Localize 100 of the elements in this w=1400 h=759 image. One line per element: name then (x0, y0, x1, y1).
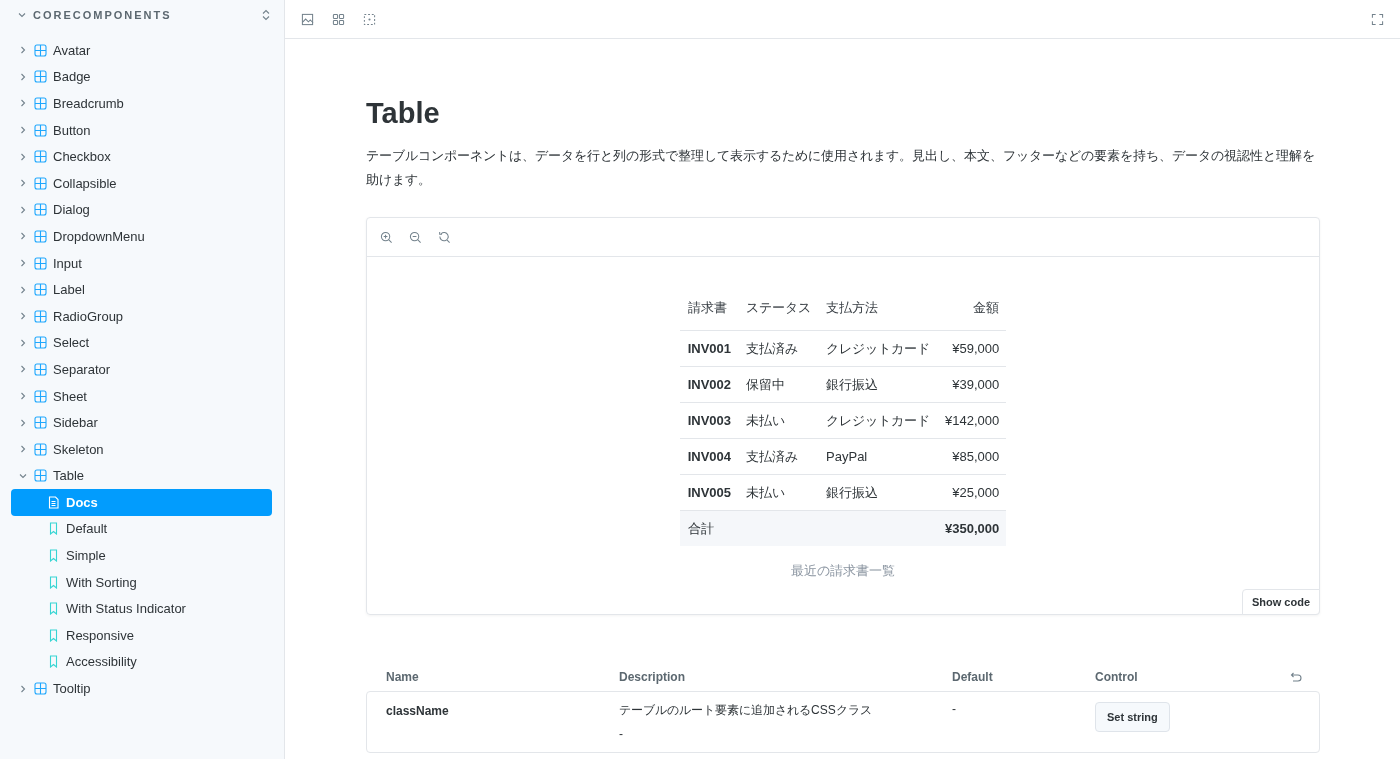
description-text: テーブルコンポーネントは、データを行と列の形式で整理して表示するために使用されます。見出し、本文、フッターなどの要素を持ち、データの視認性と理解を助けます。 (366, 147, 1316, 189)
component-icon (34, 416, 47, 430)
show-code-button[interactable]: Show code (1241, 589, 1320, 615)
table-cell: 未払い (738, 474, 819, 511)
sidebar-item[interactable]: Input (11, 249, 272, 277)
component-icon (34, 123, 47, 137)
table-cell: クレジットカード (818, 402, 938, 439)
bookmark-icon (47, 655, 60, 669)
chevron-right-icon (18, 204, 28, 215)
table-cell: INV001 (679, 330, 739, 367)
set-string-button[interactable]: Set string (1095, 702, 1170, 732)
component-icon (34, 203, 47, 217)
chevron-right-icon (18, 284, 28, 295)
sidebar-item[interactable]: DropdownMenu (11, 223, 272, 250)
column-header: Description (619, 670, 686, 684)
column-header: 支払方法 (818, 295, 938, 331)
zoom-out-icon[interactable] (409, 230, 422, 244)
undo-icon (1290, 670, 1303, 684)
component-icon (34, 389, 47, 403)
sidebar-item[interactable]: Tooltip (11, 675, 272, 702)
column-header: Control (1095, 670, 1139, 684)
fullscreen-icon[interactable] (1371, 12, 1384, 26)
sidebar-item[interactable]: Sheet (11, 382, 272, 410)
component-icon (34, 362, 47, 376)
table-cell: ¥59,000 (937, 330, 1007, 367)
bookmark-icon (47, 628, 60, 642)
sidebar-item[interactable]: Badge (11, 63, 272, 91)
table-cell: INV003 (679, 402, 739, 439)
chevron-right-icon (18, 125, 28, 136)
sidebar-item[interactable]: Skeleton (11, 435, 272, 463)
component-icon (34, 176, 47, 190)
table-caption: 最近の請求書一覧 (791, 562, 895, 580)
table-cell: INV005 (679, 474, 739, 511)
component-icon (34, 256, 47, 270)
table-cell: ¥39,000 (937, 366, 1007, 403)
component-icon (34, 442, 47, 456)
sidebar-item[interactable]: Separator (11, 356, 272, 383)
sidebar-item[interactable]: Sidebar (11, 409, 272, 436)
sidebar-item[interactable]: Label (11, 276, 272, 303)
component-icon (34, 336, 47, 350)
table-cell: 合計 (679, 510, 739, 546)
chevron-right-icon (18, 391, 28, 401)
sidebar-item[interactable]: With Status Indicator (11, 595, 272, 623)
bookmark-icon (47, 602, 60, 616)
chevron-right-icon (18, 417, 28, 428)
sidebar-item[interactable]: Button (11, 116, 272, 144)
arg-description: テーブルのルート要素に追加されるCSSクラス (619, 702, 873, 719)
component-icon (34, 43, 47, 57)
sidebar-item[interactable]: Breadcrumb (11, 90, 272, 117)
chevron-right-icon (18, 71, 28, 82)
section-title[interactable]: CORECOMPONENTS (33, 9, 260, 21)
sidebar-item[interactable]: Dialog (11, 196, 272, 224)
table-cell: PayPal (818, 438, 938, 475)
image-icon[interactable] (301, 12, 314, 26)
sidebar-item[interactable]: With Sorting (11, 568, 272, 596)
component-icon (34, 229, 47, 243)
zoom-in-icon[interactable] (380, 230, 393, 244)
sidebar-item[interactable]: RadioGroup (11, 302, 272, 330)
table-cell: 支払済み (738, 438, 819, 475)
table-cell: 保留中 (738, 366, 819, 403)
sidebar-item[interactable]: Simple (11, 542, 272, 569)
sidebar-item[interactable]: Table (11, 462, 272, 490)
sidebar-item[interactable]: Checkbox (11, 143, 272, 170)
chevron-right-icon (18, 337, 28, 348)
component-icon (34, 283, 47, 297)
reset-zoom-icon[interactable] (438, 230, 451, 244)
sidebar-item[interactable]: Responsive (11, 622, 272, 649)
chevron-right-icon (18, 683, 28, 694)
component-icon (34, 682, 47, 696)
outline-icon[interactable] (363, 12, 376, 26)
sidebar-item[interactable]: Default (11, 515, 272, 543)
page-title: Table (366, 97, 441, 130)
chevron-right-icon (18, 45, 28, 56)
bookmark-icon (47, 549, 60, 563)
chevron-right-icon (18, 311, 28, 322)
chevron-right-icon (18, 258, 28, 269)
component-icon (34, 309, 47, 323)
column-header: ステータス (738, 295, 819, 331)
sidebar-item[interactable]: Collapsible (11, 169, 272, 197)
table-cell: ¥142,000 (937, 402, 1007, 439)
column-header: Name (386, 670, 420, 684)
sidebar-item[interactable]: Accessibility (11, 648, 272, 676)
component-icon (34, 150, 47, 164)
chevron-right-icon (18, 364, 28, 375)
arg-default: - (952, 702, 957, 718)
arg-type: - (619, 727, 624, 741)
bookmark-icon (47, 522, 60, 536)
expand-collapse-icon (260, 9, 272, 21)
grid-icon[interactable] (332, 12, 345, 26)
document-icon (47, 495, 60, 509)
chevron-right-icon (18, 151, 28, 162)
sidebar-item[interactable]: Select (11, 329, 272, 357)
bookmark-icon (47, 575, 60, 589)
arg-name: className (386, 704, 450, 718)
table-cell: 未払い (738, 402, 819, 439)
column-header: 金額 (937, 295, 1007, 331)
chevron-right-icon (18, 178, 28, 189)
sidebar-item[interactable]: Avatar (11, 37, 272, 64)
table-cell: 支払済み (738, 330, 819, 367)
column-header: 請求書 (679, 295, 739, 331)
